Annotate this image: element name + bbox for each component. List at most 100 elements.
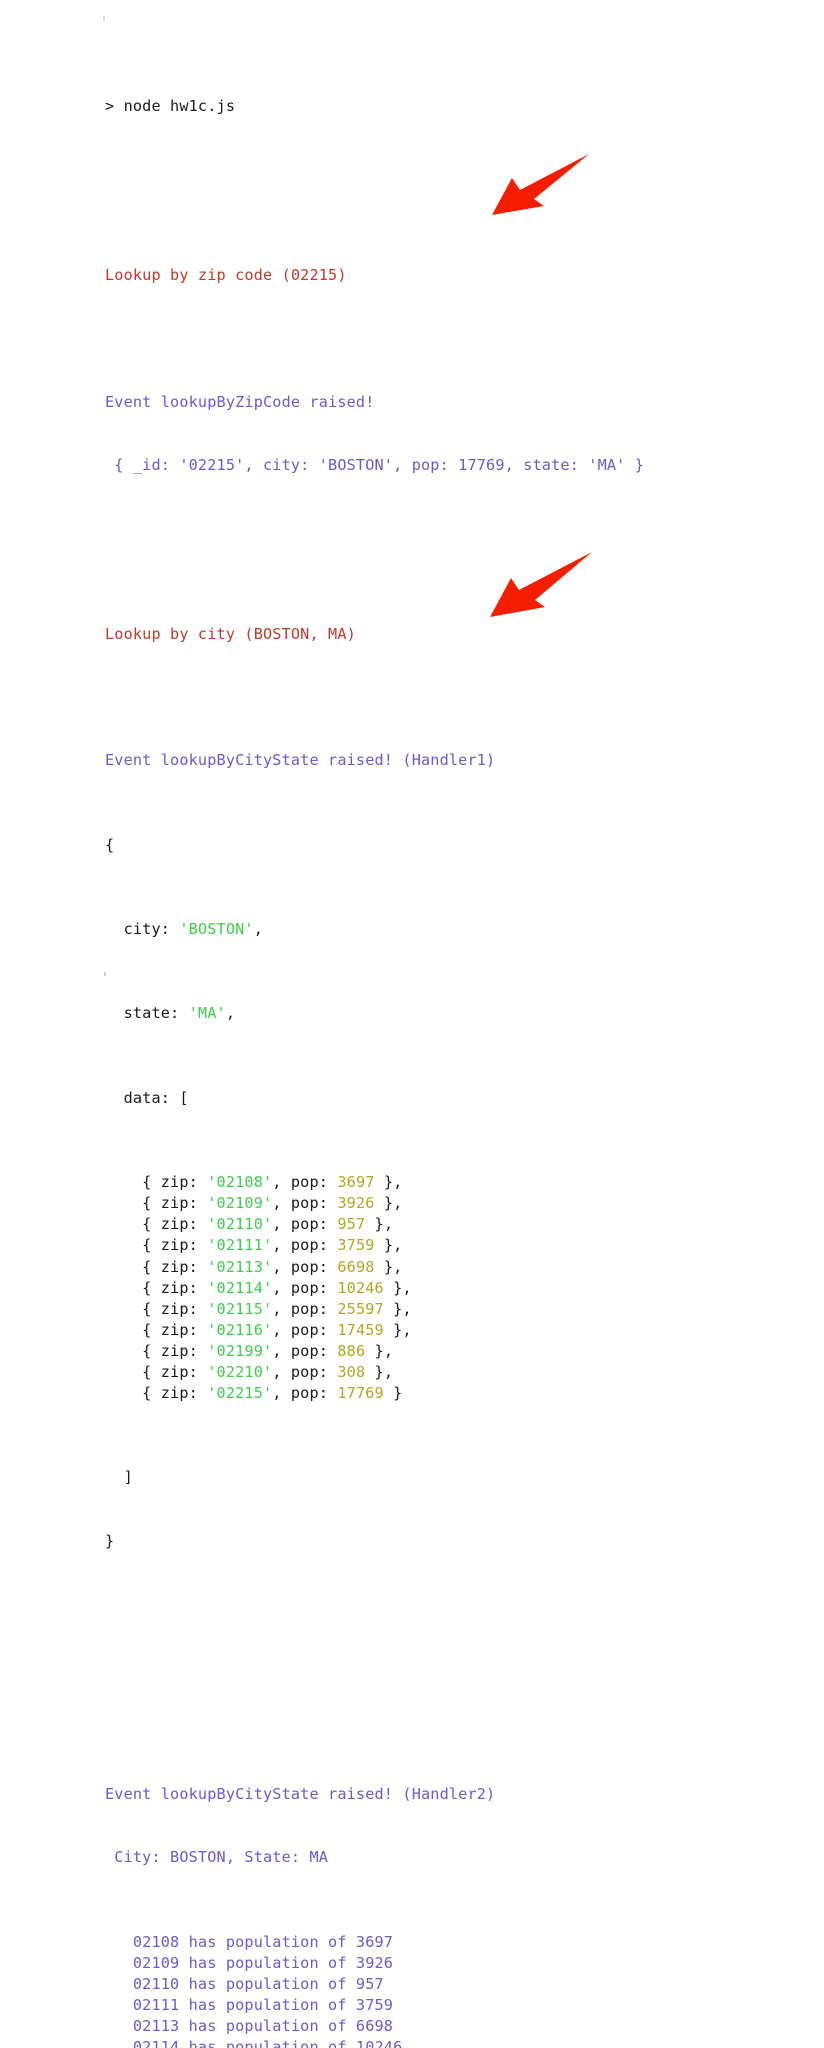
zip-entry-zip: '02111' bbox=[207, 1236, 273, 1255]
zip-entry-prefix: { zip: bbox=[105, 1278, 208, 1297]
zip-entry-prefix: { zip: bbox=[105, 1299, 208, 1318]
zip-entry-row: { zip: '02108', pop: 3697 }, bbox=[105, 1172, 805, 1193]
zip-entry-row: { zip: '02116', pop: 17459 }, bbox=[105, 1320, 805, 1341]
zip-entry-suffix: }, bbox=[383, 1278, 412, 1297]
zip-entry-suffix: }, bbox=[374, 1173, 403, 1192]
shell-prompt-line: > node hw1c.js bbox=[105, 97, 236, 116]
zip-entry-zip: '02116' bbox=[207, 1320, 273, 1339]
zip-entry-row: { zip: '02215', pop: 17769 } bbox=[105, 1383, 805, 1404]
zip-entry-row: { zip: '02111', pop: 3759 }, bbox=[105, 1235, 805, 1256]
zip-entry-pop: 886 bbox=[337, 1341, 366, 1360]
zip-entry-pop: 17459 bbox=[337, 1320, 384, 1339]
state-value: 'MA' bbox=[188, 1004, 226, 1023]
zip-entry-prefix: { zip: bbox=[105, 1173, 208, 1192]
population-row: 02113 has population of 6698 bbox=[105, 2016, 394, 2035]
heading-lookup-by-city: Lookup by city (BOSTON, MA) bbox=[105, 624, 356, 643]
zip-entry-suffix: }, bbox=[365, 1363, 394, 1381]
zip-entry-pop: 3759 bbox=[337, 1236, 375, 1255]
handler2-population-list: 02108 has population of 3697 02109 has p… bbox=[105, 1932, 805, 2048]
zip-entry-row: { zip: '02110', pop: 957 }, bbox=[105, 1214, 805, 1235]
zip-entry-pop: 25597 bbox=[337, 1299, 384, 1318]
population-row: 02109 has population of 3926 bbox=[105, 1953, 394, 1972]
zip-entry-mid: , pop: bbox=[272, 1173, 338, 1192]
zip-entry-row: { zip: '02210', pop: 308 }, bbox=[105, 1362, 805, 1383]
zip-entry-prefix: { zip: bbox=[105, 1363, 208, 1381]
zip-entry-pop: 6698 bbox=[337, 1257, 375, 1276]
zip-entry-mid: , pop: bbox=[272, 1257, 338, 1276]
zip-entry-mid: , pop: bbox=[272, 1278, 338, 1297]
population-row: 02110 has population of 957 bbox=[105, 1974, 384, 1993]
array-close-bracket: ] bbox=[105, 1468, 133, 1487]
zip-entry-zip: '02115' bbox=[207, 1299, 273, 1318]
zip-entry-row: { zip: '02113', pop: 6698 }, bbox=[105, 1257, 805, 1278]
object-property-city: city: 'BOSTON', bbox=[105, 919, 805, 940]
zip-entry-prefix: { zip: bbox=[105, 1320, 208, 1339]
zip-entry-zip: '02110' bbox=[207, 1215, 273, 1234]
zip-entry-pop: 308 bbox=[337, 1363, 366, 1381]
result-lookup-by-zip-code: { _id: '02215', city: 'BOSTON', pop: 177… bbox=[105, 455, 645, 474]
zip-entry-prefix: { zip: bbox=[105, 1236, 208, 1255]
zip-entry-prefix: { zip: bbox=[105, 1257, 208, 1276]
zip-entry-suffix: }, bbox=[374, 1194, 403, 1213]
event-lookup-by-city-state-handler2: Event lookupByCityState raised! (Handler… bbox=[105, 1784, 496, 1803]
zip-entry-suffix: }, bbox=[374, 1257, 403, 1276]
object-close-brace: } bbox=[105, 1531, 115, 1550]
zip-entry-mid: , pop: bbox=[272, 1320, 338, 1339]
zip-entry-pop: 17769 bbox=[337, 1384, 384, 1403]
zip-entry-mid: , pop: bbox=[272, 1384, 338, 1403]
population-row: 02108 has population of 3697 bbox=[105, 1932, 394, 1951]
console-text-area[interactable]: > node hw1c.js Lookup by zip code (02215… bbox=[105, 12, 805, 2048]
zip-entry-zip: '02113' bbox=[207, 1257, 273, 1276]
zip-entry-zip: '02108' bbox=[207, 1173, 273, 1192]
zip-entry-mid: , pop: bbox=[272, 1299, 338, 1318]
text-cursor-artifact-bottom bbox=[104, 972, 106, 976]
handler2-city-state-line: City: BOSTON, State: MA bbox=[105, 1848, 329, 1867]
zip-entry-zip: '02199' bbox=[207, 1341, 273, 1360]
zip-entry-row: { zip: '02115', pop: 25597 }, bbox=[105, 1299, 805, 1320]
zip-entry-prefix: { zip: bbox=[105, 1194, 208, 1213]
city-key: city: bbox=[105, 920, 180, 939]
heading-lookup-by-zip-code: Lookup by zip code (02215) bbox=[105, 266, 347, 285]
zip-entry-mid: , pop: bbox=[272, 1194, 338, 1213]
zip-entry-pop: 10246 bbox=[337, 1278, 384, 1297]
state-comma: , bbox=[225, 1004, 236, 1023]
zip-entry-zip: '02114' bbox=[207, 1278, 273, 1297]
zip-entry-suffix: }, bbox=[383, 1299, 412, 1318]
zip-entry-zip: '02210' bbox=[207, 1363, 273, 1381]
population-row: 02114 has population of 10246 bbox=[105, 2038, 403, 2048]
zip-entry-suffix: } bbox=[383, 1384, 403, 1403]
zip-entry-prefix: { zip: bbox=[105, 1384, 208, 1403]
zip-entry-suffix: }, bbox=[374, 1236, 403, 1255]
zip-entry-suffix: }, bbox=[383, 1320, 412, 1339]
zip-entry-prefix: { zip: bbox=[105, 1215, 208, 1234]
zip-entry-pop: 957 bbox=[337, 1215, 366, 1234]
object-open-brace: { bbox=[105, 835, 115, 854]
object-property-state: state: 'MA', bbox=[105, 1003, 805, 1024]
terminal-output-window: > node hw1c.js Lookup by zip code (02215… bbox=[0, 0, 824, 2048]
population-row: 02111 has population of 3759 bbox=[105, 1995, 394, 2014]
zip-entry-row: { zip: '02114', pop: 10246 }, bbox=[105, 1278, 805, 1299]
zip-entry-suffix: }, bbox=[365, 1341, 394, 1360]
zip-entry-prefix: { zip: bbox=[105, 1341, 208, 1360]
zip-entry-list: { zip: '02108', pop: 3697 }, { zip: '021… bbox=[105, 1172, 805, 1404]
zip-entry-row: { zip: '02199', pop: 886 }, bbox=[105, 1341, 805, 1362]
zip-entry-mid: , pop: bbox=[272, 1236, 338, 1255]
zip-entry-zip: '02215' bbox=[207, 1384, 273, 1403]
zip-entry-mid: , pop: bbox=[272, 1341, 338, 1360]
object-property-data-open: data: [ bbox=[105, 1088, 189, 1107]
zip-entry-suffix: }, bbox=[365, 1215, 394, 1234]
city-value: 'BOSTON' bbox=[179, 920, 254, 939]
zip-entry-pop: 3926 bbox=[337, 1194, 375, 1213]
event-lookup-by-city-state-handler1: Event lookupByCityState raised! (Handler… bbox=[105, 751, 496, 770]
zip-entry-mid: , pop: bbox=[272, 1215, 338, 1234]
zip-entry-row: { zip: '02109', pop: 3926 }, bbox=[105, 1193, 805, 1214]
state-key: state: bbox=[105, 1004, 189, 1023]
zip-entry-mid: , pop: bbox=[272, 1363, 338, 1381]
zip-entry-zip: '02109' bbox=[207, 1194, 273, 1213]
